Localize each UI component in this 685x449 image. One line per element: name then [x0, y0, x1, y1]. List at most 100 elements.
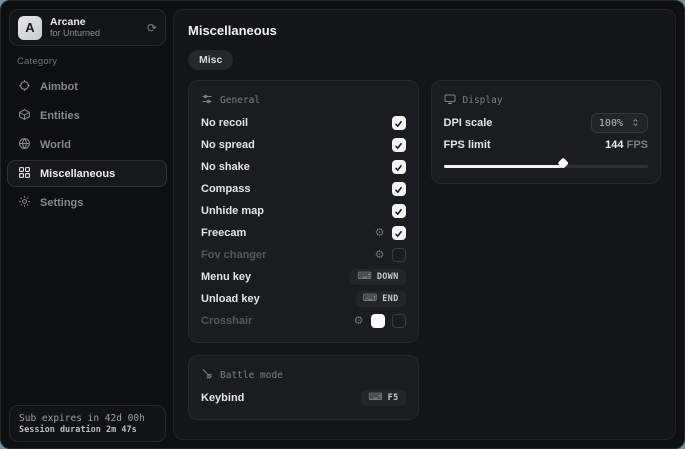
right-column: Display DPI scale 100%: [431, 80, 662, 184]
no-shake-checkbox[interactable]: [392, 160, 406, 174]
sidebar-item-entities[interactable]: Entities: [7, 102, 167, 129]
battle-mode-card-header: Battle mode: [201, 368, 406, 383]
setting-label: DPI scale: [444, 117, 493, 129]
battle-mode-card: Battle mode Keybind ⌨ F5: [188, 355, 419, 420]
sidebar-item-world[interactable]: World: [7, 131, 167, 158]
monitor-icon: [444, 93, 456, 108]
setting-label: Compass: [201, 183, 251, 195]
setting-row-compass: Compass: [201, 178, 406, 200]
keybind-value: F5: [388, 393, 399, 403]
dpi-scale-value: 100%: [599, 118, 623, 129]
keyboard-icon: ⌨: [368, 393, 382, 403]
main-panel: Miscellaneous Misc General No recoil: [173, 9, 676, 440]
no-spread-checkbox[interactable]: [392, 138, 406, 152]
setting-row-fps-limit: FPS limit 144 FPS: [444, 134, 649, 156]
setting-row-freecam: Freecam ⚙: [201, 222, 406, 244]
setting-label: Crosshair: [201, 315, 252, 327]
setting-row-unload-key: Unload key ⌨ END: [201, 288, 406, 310]
setting-row-menu-key: Menu key ⌨ DOWN: [201, 266, 406, 288]
sub-expires-text: Sub expires in 42d 00h: [19, 413, 156, 424]
menu-key-keybind-button[interactable]: ⌨ DOWN: [350, 269, 405, 285]
keybind-value: DOWN: [377, 272, 399, 282]
no-recoil-checkbox[interactable]: [392, 116, 406, 130]
fps-limit-value: 144 FPS: [605, 139, 648, 151]
fps-limit-slider[interactable]: [444, 159, 649, 173]
unhide-map-checkbox[interactable]: [392, 204, 406, 218]
content-columns: General No recoil No spread No shake: [188, 80, 661, 420]
app-meta: Arcane for Unturned: [50, 16, 139, 38]
sidebar-item-aimbot[interactable]: Aimbot: [7, 73, 167, 100]
sidebar-item-label: World: [40, 139, 71, 151]
app-avatar: A: [18, 16, 42, 40]
tab-bar: Misc: [188, 50, 661, 70]
sidebar-item-miscellaneous[interactable]: Miscellaneous: [7, 160, 167, 187]
sliders-icon: [201, 93, 213, 108]
setting-row-dpi-scale: DPI scale 100%: [444, 112, 649, 134]
refresh-icon[interactable]: ⟳: [147, 22, 157, 34]
setting-label: No shake: [201, 161, 250, 173]
left-column: General No recoil No spread No shake: [188, 80, 419, 420]
app-window: A Arcane for Unturned ⟳ Category Aimbot …: [0, 0, 685, 449]
fov-changer-settings-gear-icon[interactable]: ⚙: [375, 250, 385, 261]
setting-row-keybind: Keybind ⌨ F5: [201, 387, 406, 409]
display-card: Display DPI scale 100%: [431, 80, 662, 184]
setting-label: Keybind: [201, 392, 244, 404]
tab-misc[interactable]: Misc: [188, 50, 233, 70]
setting-label: Unhide map: [201, 205, 264, 217]
session-duration-text: Session duration 2m 47s: [19, 425, 156, 435]
globe-icon: [18, 137, 31, 153]
setting-label: Fov changer: [201, 249, 266, 261]
battle-mode-card-title: Battle mode: [220, 370, 283, 381]
fps-slider-fill: [444, 165, 563, 168]
sidebar: A Arcane for Unturned ⟳ Category Aimbot …: [1, 1, 173, 448]
dpi-scale-select[interactable]: 100%: [591, 113, 648, 133]
general-card: General No recoil No spread No shake: [188, 80, 419, 343]
battle-keybind-button[interactable]: ⌨ F5: [361, 390, 405, 406]
setting-label: No recoil: [201, 117, 248, 129]
keybind-value: END: [382, 294, 398, 304]
display-card-title: Display: [463, 95, 503, 106]
sword-icon: [201, 368, 213, 383]
fps-limit-number: 144: [605, 139, 623, 151]
setting-label: FPS limit: [444, 139, 491, 151]
freecam-settings-gear-icon[interactable]: ⚙: [375, 228, 385, 239]
unload-key-keybind-button[interactable]: ⌨ END: [356, 291, 406, 307]
crosshair-color-swatch[interactable]: [371, 314, 385, 328]
setting-label: Freecam: [201, 227, 246, 239]
setting-label: Unload key: [201, 293, 260, 305]
setting-row-fov-changer: Fov changer ⚙: [201, 244, 406, 266]
sidebar-nav: Aimbot Entities World Miscellaneous: [7, 73, 167, 216]
category-label: Category: [17, 56, 57, 67]
sidebar-item-settings[interactable]: Settings: [7, 189, 167, 216]
general-card-title: General: [220, 95, 260, 106]
app-name: Arcane: [50, 16, 139, 28]
sidebar-item-label: Aimbot: [40, 81, 78, 93]
crosshair-settings-gear-icon[interactable]: ⚙: [354, 316, 364, 327]
sidebar-item-label: Entities: [40, 110, 80, 122]
sidebar-item-label: Miscellaneous: [40, 168, 115, 180]
setting-row-crosshair: Crosshair ⚙: [201, 310, 406, 332]
subscription-status-card: Sub expires in 42d 00h Session duration …: [9, 405, 166, 442]
app-header-card: A Arcane for Unturned ⟳: [9, 9, 166, 46]
freecam-checkbox[interactable]: [392, 226, 406, 240]
chevrons-up-down-icon: [631, 114, 640, 132]
crosshair-icon: [18, 79, 31, 95]
grid-icon: [18, 166, 31, 182]
sidebar-item-label: Settings: [40, 197, 83, 209]
setting-row-no-spread: No spread: [201, 134, 406, 156]
setting-row-unhide-map: Unhide map: [201, 200, 406, 222]
fov-changer-checkbox[interactable]: [392, 248, 406, 262]
setting-label: Menu key: [201, 271, 251, 283]
fps-limit-unit: FPS: [627, 139, 648, 151]
display-card-header: Display: [444, 93, 649, 108]
setting-label: No spread: [201, 139, 255, 151]
setting-row-no-shake: No shake: [201, 156, 406, 178]
compass-checkbox[interactable]: [392, 182, 406, 196]
cube-icon: [18, 108, 31, 124]
app-subtitle: for Unturned: [50, 28, 139, 38]
gear-icon: [18, 195, 31, 211]
keyboard-icon: ⌨: [357, 272, 371, 282]
setting-row-no-recoil: No recoil: [201, 112, 406, 134]
page-title: Miscellaneous: [188, 23, 661, 38]
crosshair-checkbox[interactable]: [392, 314, 406, 328]
